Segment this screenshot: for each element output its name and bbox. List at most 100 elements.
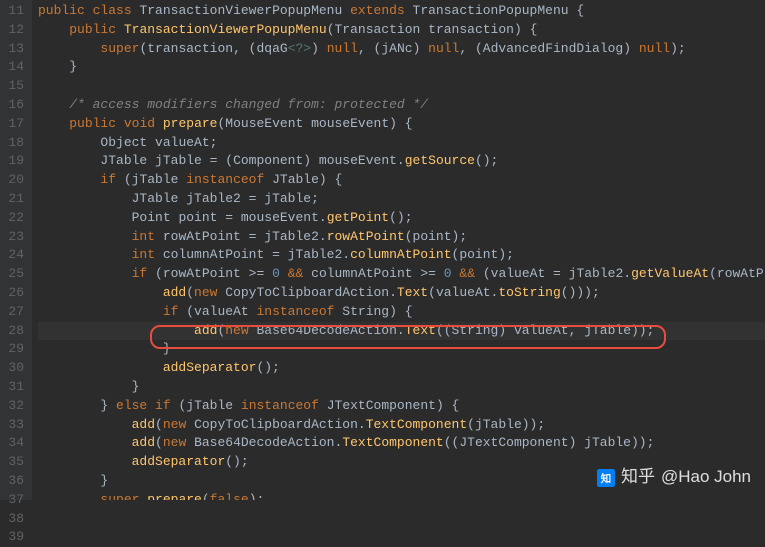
- token: valueAt: [194, 304, 249, 319]
- token: new: [163, 435, 186, 450]
- token: Transaction: [335, 22, 421, 37]
- code-line[interactable]: /* access modifiers changed from: protec…: [38, 96, 765, 115]
- token: AdvancedFindDialog: [483, 41, 623, 56]
- token: columnAtPoint: [163, 247, 264, 262]
- token: rowAtPoint: [163, 229, 241, 244]
- token: toString: [498, 285, 560, 300]
- token: mouseEvent: [319, 153, 397, 168]
- token: >=: [420, 266, 436, 281]
- watermark-site: 知乎: [621, 465, 655, 490]
- token: int: [132, 229, 155, 244]
- code-line[interactable]: JTable jTable2 = jTable;: [38, 190, 765, 209]
- line-number: 29: [4, 340, 24, 359]
- code-line[interactable]: public TransactionViewerPopupMenu(Transa…: [38, 21, 765, 40]
- line-number: 37: [4, 491, 24, 510]
- line-number: 23: [4, 228, 24, 247]
- token: false: [210, 492, 249, 500]
- line-number: 13: [4, 40, 24, 59]
- token: rowAtPoint: [327, 229, 405, 244]
- code-editor[interactable]: 1112131415161718192021222324252627282930…: [0, 0, 765, 500]
- token: jTable: [584, 323, 631, 338]
- token: TextComponent: [342, 435, 443, 450]
- token: jTable: [155, 153, 202, 168]
- code-line[interactable]: super.prepare(false);: [38, 491, 765, 500]
- token: JTable: [100, 153, 147, 168]
- code-line[interactable]: add(new Base64DecodeAction.Text((String)…: [38, 322, 765, 341]
- token: getPoint: [327, 210, 389, 225]
- line-number: 16: [4, 96, 24, 115]
- code-line[interactable]: [38, 77, 765, 96]
- token: mouseEvent: [311, 116, 389, 131]
- token: new: [225, 323, 248, 338]
- code-line[interactable]: super(transaction, (dqaG<?>) null, (jANc…: [38, 40, 765, 59]
- token: super: [100, 492, 139, 500]
- token: int: [132, 247, 155, 262]
- token: getSource: [405, 153, 475, 168]
- token: valueAt: [155, 135, 210, 150]
- token: &&: [459, 266, 475, 281]
- token: jTable2: [288, 247, 343, 262]
- token: transaction: [428, 22, 514, 37]
- token: transaction: [147, 41, 233, 56]
- code-line[interactable]: int rowAtPoint = jTable2.rowAtPoint(poin…: [38, 228, 765, 247]
- token: CopyToClipboardAction: [194, 417, 358, 432]
- code-line[interactable]: }: [38, 378, 765, 397]
- token: new: [163, 417, 186, 432]
- token: prepare: [163, 116, 218, 131]
- token: else: [116, 398, 147, 413]
- code-area[interactable]: public class TransactionViewerPopupMenu …: [32, 0, 765, 500]
- code-line[interactable]: }: [38, 58, 765, 77]
- code-line[interactable]: Object valueAt;: [38, 134, 765, 153]
- watermark: 知 知乎 @Hao John: [597, 465, 751, 490]
- code-line[interactable]: Point point = mouseEvent.getPoint();: [38, 209, 765, 228]
- token: jTable2: [264, 229, 319, 244]
- token: addSeparator: [132, 454, 226, 469]
- token: point: [459, 247, 498, 262]
- token: TransactionViewerPopupMenu: [124, 22, 327, 37]
- token: instanceof: [186, 172, 264, 187]
- token: valueAt: [491, 266, 546, 281]
- code-line[interactable]: public class TransactionViewerPopupMenu …: [38, 2, 765, 21]
- token: addSeparator: [163, 360, 257, 375]
- line-number: 39: [4, 528, 24, 547]
- watermark-author: @Hao John: [661, 465, 751, 490]
- code-line[interactable]: addSeparator();: [38, 359, 765, 378]
- token: public: [69, 116, 116, 131]
- code-line[interactable]: if (rowAtPoint >= 0 && columnAtPoint >= …: [38, 265, 765, 284]
- token: dqaG: [256, 41, 287, 56]
- code-line[interactable]: if (valueAt instanceof String) {: [38, 303, 765, 322]
- line-number: 34: [4, 434, 24, 453]
- code-line[interactable]: add(new CopyToClipboardAction.Text(value…: [38, 284, 765, 303]
- token: public: [38, 3, 85, 18]
- code-line[interactable]: }: [38, 340, 765, 359]
- code-line[interactable]: if (jTable instanceof JTable) {: [38, 171, 765, 190]
- token: columnAtPoint: [311, 266, 412, 281]
- line-number: 28: [4, 322, 24, 341]
- token: valueAt: [436, 285, 491, 300]
- line-number: 35: [4, 453, 24, 472]
- token: extends: [350, 3, 405, 18]
- code-line[interactable]: int columnAtPoint = jTable2.columnAtPoin…: [38, 246, 765, 265]
- line-number: 27: [4, 303, 24, 322]
- token: /* access modifiers changed from: protec…: [69, 97, 428, 112]
- code-line[interactable]: add(new CopyToClipboardAction.TextCompon…: [38, 416, 765, 435]
- token: Object: [100, 135, 147, 150]
- code-line[interactable]: } else if (jTable instanceof JTextCompon…: [38, 397, 765, 416]
- line-number: 17: [4, 115, 24, 134]
- code-line[interactable]: public void prepare(MouseEvent mouseEven…: [38, 115, 765, 134]
- token: 0: [444, 266, 452, 281]
- token: class: [93, 3, 132, 18]
- svg-text:知: 知: [601, 471, 612, 484]
- code-line[interactable]: add(new Base64DecodeAction.TextComponent…: [38, 434, 765, 453]
- token: public: [69, 22, 116, 37]
- code-line[interactable]: JTable jTable = (Component) mouseEvent.g…: [38, 152, 765, 171]
- token: null: [428, 41, 459, 56]
- token: jTable: [132, 172, 179, 187]
- token: instanceof: [256, 304, 334, 319]
- line-number: 21: [4, 190, 24, 209]
- token: Text: [397, 285, 428, 300]
- line-number: 20: [4, 171, 24, 190]
- token: TransactionViewerPopupMenu: [139, 3, 342, 18]
- token: if: [100, 172, 116, 187]
- line-number: 36: [4, 472, 24, 491]
